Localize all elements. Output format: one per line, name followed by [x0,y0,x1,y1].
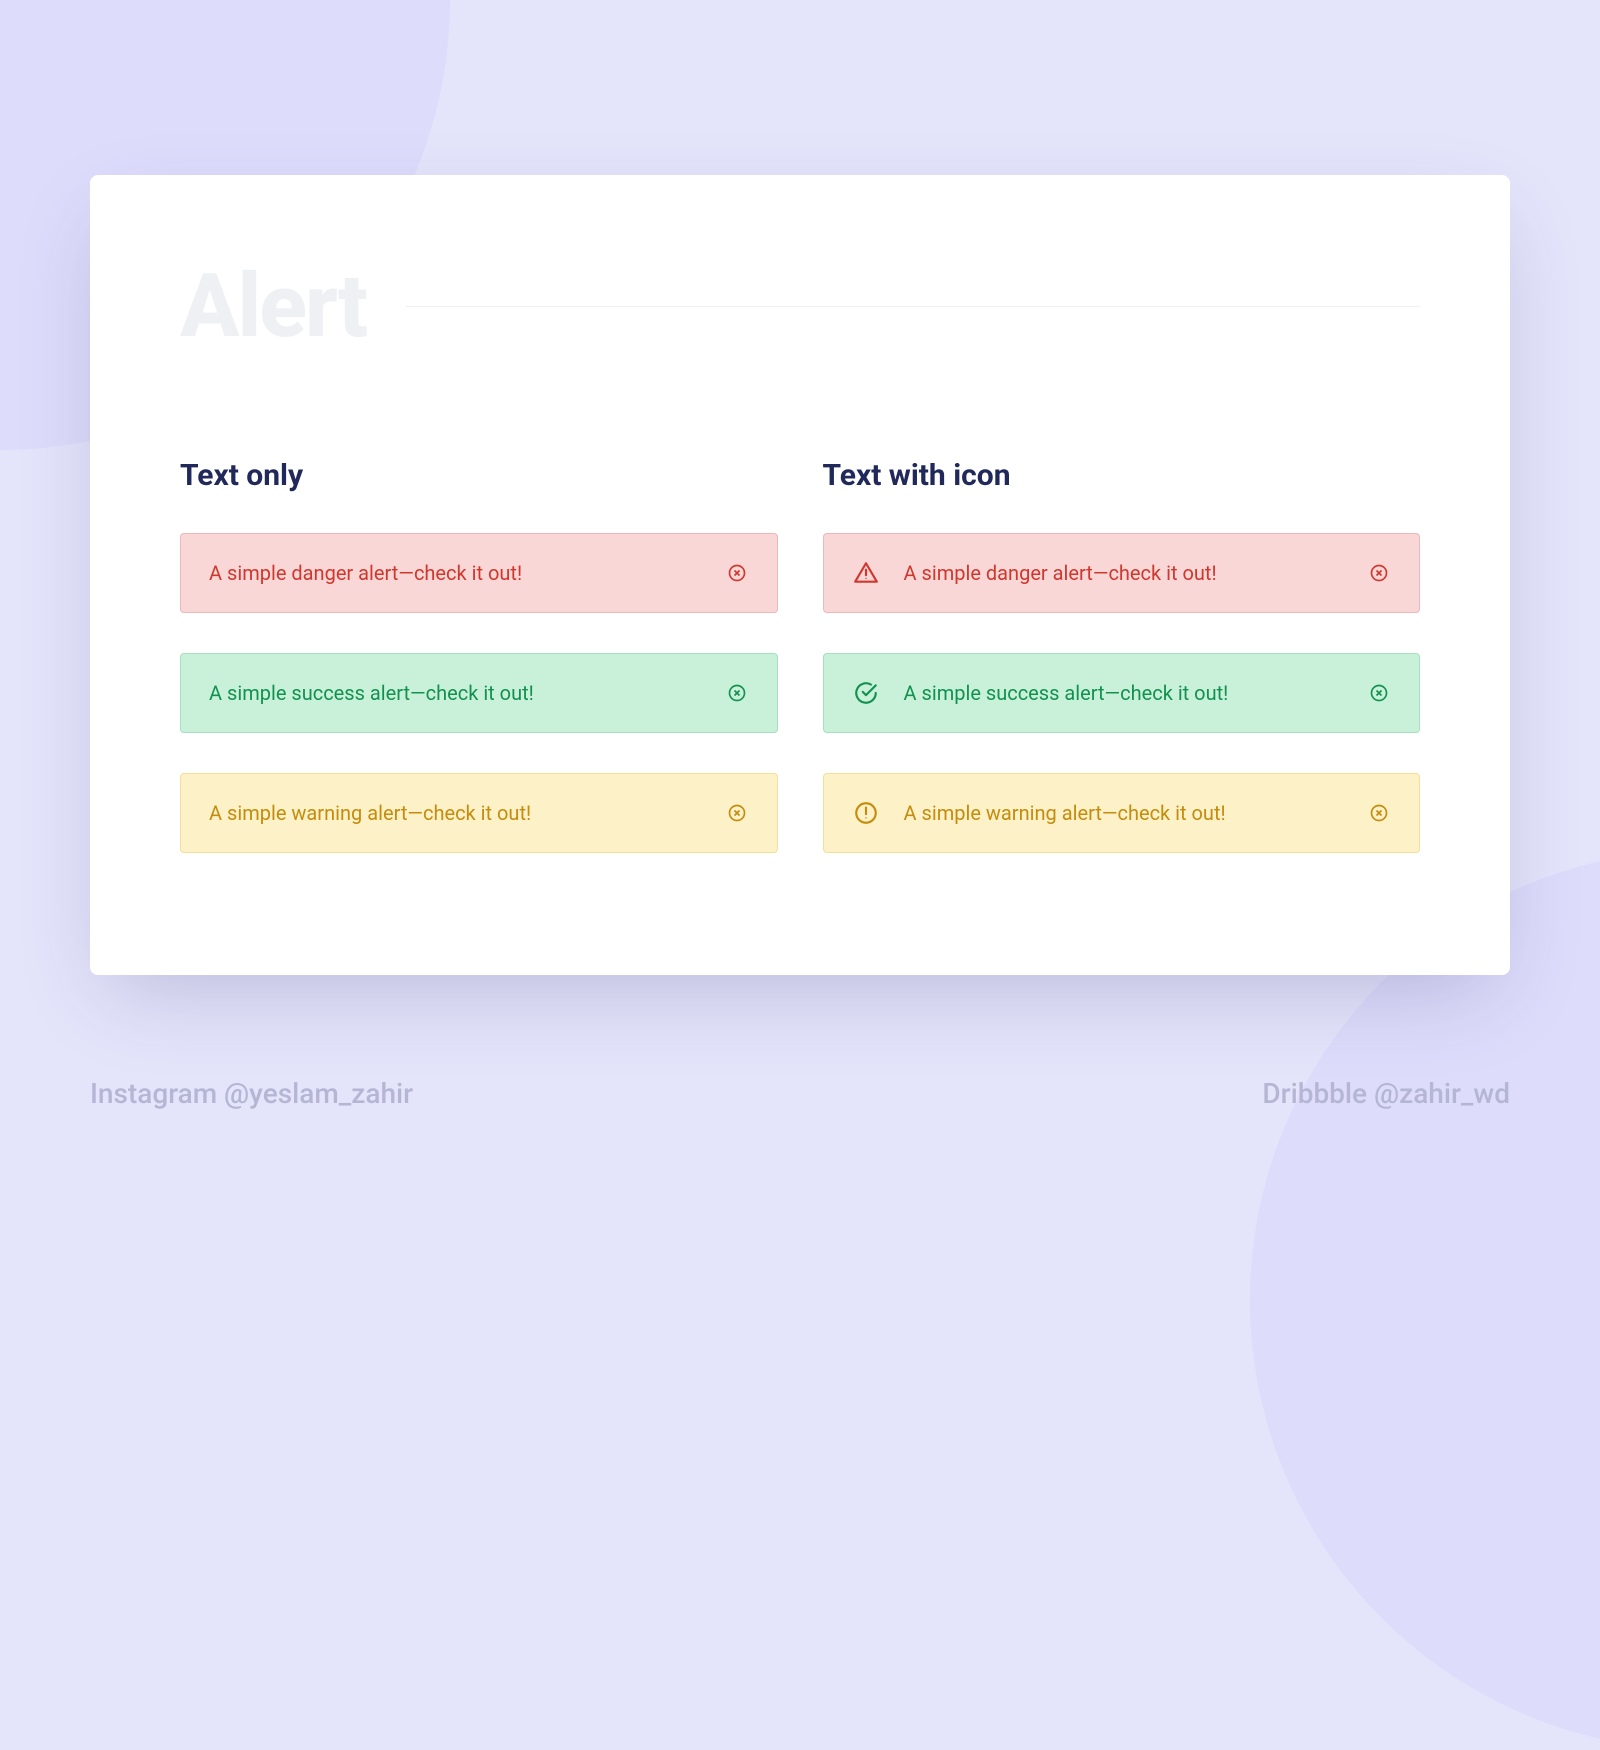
close-icon [1369,563,1389,583]
close-icon [1369,683,1389,703]
alert-circle-icon [852,799,880,827]
close-button[interactable] [1367,681,1391,705]
close-icon [727,563,747,583]
alert-warning: A simple warning alert—check it out! [180,773,778,853]
close-button[interactable] [1367,801,1391,825]
header-row: Alert [180,255,1420,358]
column-text-only: Text only A simple danger alert—check it… [180,458,778,853]
footer-instagram-handle: Instagram @yeslam_zahir [90,1077,413,1110]
header-divider [406,306,1420,307]
section-title-text-only: Text only [180,458,778,493]
footer: Instagram @yeslam_zahir Dribbble @zahir_… [90,1077,1510,1110]
alert-message: A simple warning alert—check it out! [209,801,725,825]
alert-message: A simple danger alert—check it out! [904,561,1368,585]
footer-dribbble-handle: Dribbble @zahir_wd [1262,1077,1510,1110]
section-title-text-with-icon: Text with icon [823,458,1421,493]
close-icon [727,803,747,823]
close-button[interactable] [725,801,749,825]
alert-message: A simple success alert—check it out! [209,681,725,705]
close-button[interactable] [725,561,749,585]
close-button[interactable] [725,681,749,705]
close-icon [727,683,747,703]
alert-triangle-icon [852,559,880,587]
alert-danger: A simple danger alert—check it out! [180,533,778,613]
alert-message: A simple success alert—check it out! [904,681,1368,705]
close-button[interactable] [1367,561,1391,585]
page-title: Alert [180,255,366,358]
alert-message: A simple danger alert—check it out! [209,561,725,585]
alert-success-icon: A simple success alert—check it out! [823,653,1421,733]
check-circle-icon [852,679,880,707]
close-icon [1369,803,1389,823]
alert-columns: Text only A simple danger alert—check it… [180,458,1420,853]
alert-message: A simple warning alert—check it out! [904,801,1368,825]
alert-success: A simple success alert—check it out! [180,653,778,733]
alert-warning-icon: A simple warning alert—check it out! [823,773,1421,853]
alert-danger-icon: A simple danger alert—check it out! [823,533,1421,613]
showcase-card: Alert Text only A simple danger alert—ch… [90,175,1510,975]
column-text-with-icon: Text with icon A simple danger alert—che… [823,458,1421,853]
bg-decor-circle-bottom [1250,850,1600,1750]
